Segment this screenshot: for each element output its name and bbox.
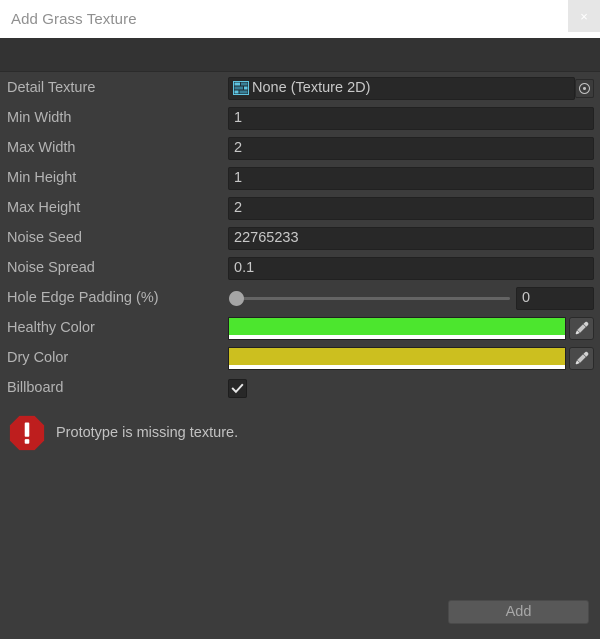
row-min-height: Min Height 1 xyxy=(0,163,600,193)
add-button[interactable]: Add xyxy=(448,600,589,624)
label-billboard: Billboard xyxy=(7,380,64,396)
error-icon xyxy=(9,415,45,451)
row-max-height: Max Height 2 xyxy=(0,193,600,223)
detail-texture-value: None (Texture 2D) xyxy=(252,80,371,96)
label-min-height: Min Height xyxy=(7,170,77,186)
row-noise-spread: Noise Spread 0.1 xyxy=(0,253,600,283)
max-width-input[interactable]: 2 xyxy=(228,136,594,160)
row-min-width: Min Width 1 xyxy=(0,103,600,133)
healthy-color-alpha xyxy=(229,334,565,339)
slider-track xyxy=(236,296,510,300)
label-detail-texture: Detail Texture xyxy=(7,80,96,96)
property-rows: Detail Texture None (Texture 2D) Min Wid… xyxy=(0,72,600,403)
texture-2d-icon xyxy=(233,81,249,95)
window-titlebar: Add Grass Texture × xyxy=(0,0,600,38)
row-hole-edge-padding: Hole Edge Padding (%) 0 xyxy=(0,283,600,313)
control-hole-edge-padding: 0 xyxy=(228,286,594,310)
helpbox-text: Prototype is missing texture. xyxy=(56,425,239,441)
hole-edge-padding-slider[interactable] xyxy=(228,287,510,310)
dialog-header-strip xyxy=(0,38,600,72)
close-icon: × xyxy=(580,8,588,24)
label-hole-edge-padding: Hole Edge Padding (%) xyxy=(7,290,159,306)
row-billboard: Billboard xyxy=(0,373,600,403)
control-min-height: 1 xyxy=(228,166,594,190)
noise-spread-input[interactable]: 0.1 xyxy=(228,256,594,280)
control-billboard xyxy=(228,376,594,400)
label-dry-color: Dry Color xyxy=(7,350,69,366)
control-noise-seed: 22765233 xyxy=(228,226,594,250)
eyedropper-icon xyxy=(575,321,589,334)
row-healthy-color: Healthy Color xyxy=(0,313,600,343)
control-dry-color xyxy=(228,346,594,370)
hole-edge-padding-input[interactable]: 0 xyxy=(516,286,594,310)
dry-color-eyedropper-button[interactable] xyxy=(569,346,594,370)
row-dry-color: Dry Color xyxy=(0,343,600,373)
control-min-width: 1 xyxy=(228,106,594,130)
row-noise-seed: Noise Seed 22765233 xyxy=(0,223,600,253)
window-title: Add Grass Texture xyxy=(11,10,137,28)
noise-seed-input[interactable]: 22765233 xyxy=(228,226,594,250)
dry-color-alpha xyxy=(229,364,565,369)
dry-color-fill xyxy=(229,347,565,365)
control-noise-spread: 0.1 xyxy=(228,256,594,280)
object-picker-icon[interactable] xyxy=(575,78,594,98)
eyedropper-icon xyxy=(575,351,589,364)
min-width-input[interactable]: 1 xyxy=(228,106,594,130)
close-button[interactable]: × xyxy=(568,0,600,32)
control-max-width: 2 xyxy=(228,136,594,160)
label-noise-seed: Noise Seed xyxy=(7,230,82,246)
label-max-width: Max Width xyxy=(7,140,76,156)
picker-ring xyxy=(579,82,590,94)
row-max-width: Max Width 2 xyxy=(0,133,600,163)
control-detail-texture: None (Texture 2D) xyxy=(228,76,594,100)
healthy-color-swatch[interactable] xyxy=(228,316,566,340)
control-healthy-color xyxy=(228,316,594,340)
checkmark-icon xyxy=(231,383,244,393)
dialog-body: Detail Texture None (Texture 2D) Min Wid… xyxy=(0,72,600,639)
row-detail-texture: Detail Texture None (Texture 2D) xyxy=(0,73,600,103)
label-max-height: Max Height xyxy=(7,200,81,216)
control-max-height: 2 xyxy=(228,196,594,220)
label-noise-spread: Noise Spread xyxy=(7,260,95,276)
dry-color-swatch[interactable] xyxy=(228,346,566,370)
label-healthy-color: Healthy Color xyxy=(7,320,95,336)
billboard-checkbox[interactable] xyxy=(228,378,247,398)
dialog-footer: Add xyxy=(0,595,600,639)
max-height-input[interactable]: 2 xyxy=(228,196,594,220)
helpbox: Prototype is missing texture. xyxy=(8,410,592,456)
min-height-input[interactable]: 1 xyxy=(228,166,594,190)
healthy-color-fill xyxy=(229,317,565,335)
label-min-width: Min Width xyxy=(7,110,72,126)
detail-texture-object-field[interactable]: None (Texture 2D) xyxy=(228,76,575,100)
healthy-color-eyedropper-button[interactable] xyxy=(569,316,594,340)
slider-thumb[interactable] xyxy=(229,290,244,306)
